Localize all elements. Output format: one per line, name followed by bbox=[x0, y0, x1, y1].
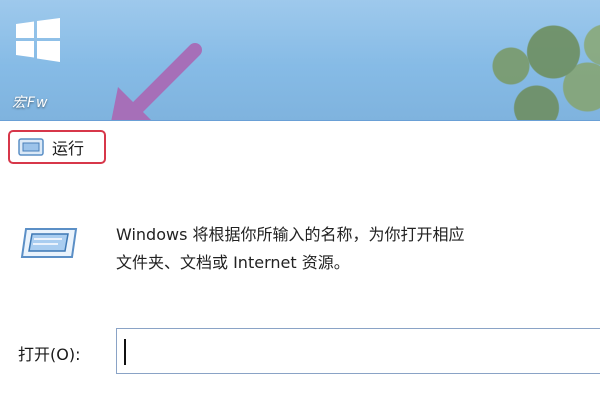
description-line-1: Windows 将根据你所输入的名称，为你打开相应 bbox=[116, 225, 465, 244]
open-label: 打开(O): bbox=[18, 345, 81, 364]
description-line-2: 文件夹、文档或 Internet 资源。 bbox=[116, 253, 350, 272]
run-dialog: 运行 Windows 将根据你所输入的名称，为你打开相应 文件夹、文档或 Int… bbox=[0, 120, 600, 401]
open-input[interactable] bbox=[116, 328, 600, 374]
dialog-title: 运行 bbox=[52, 139, 85, 158]
run-large-icon bbox=[20, 228, 78, 258]
text-caret bbox=[124, 339, 126, 365]
desktop-icon-label[interactable]: 宏Fw bbox=[12, 92, 49, 112]
purple-arrow-icon bbox=[111, 43, 202, 120]
dialog-titlebar[interactable]: 运行 bbox=[0, 121, 600, 173]
tree-wallpaper bbox=[460, 10, 600, 120]
dialog-description: Windows 将根据你所输入的名称，为你打开相应 文件夹、文档或 Intern… bbox=[116, 221, 465, 277]
run-app-icon bbox=[18, 138, 44, 156]
windows-logo-icon[interactable] bbox=[14, 18, 62, 62]
title-highlight-box: 运行 bbox=[8, 130, 106, 164]
desktop-background: 宏Fw bbox=[0, 0, 600, 120]
